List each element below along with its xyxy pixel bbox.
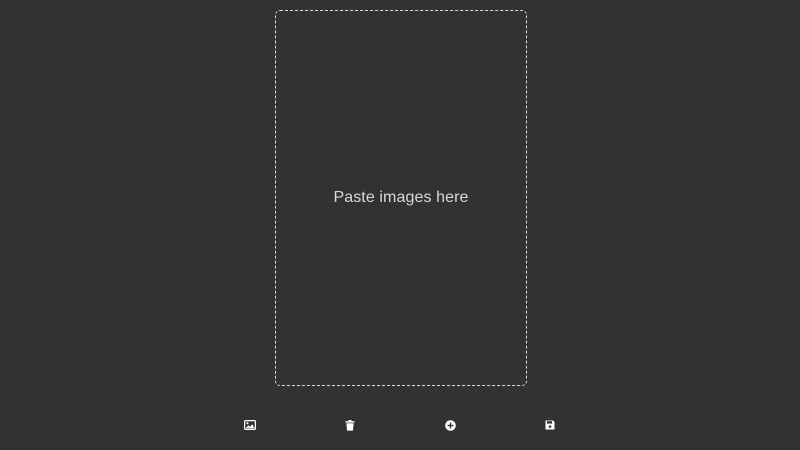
plus-circle-icon [444,419,456,431]
insert-image-button[interactable] [241,416,259,434]
save-button[interactable] [541,416,559,434]
add-button[interactable] [441,416,459,434]
paste-hint-text: Paste images here [333,189,469,206]
paste-drop-zone[interactable]: Paste images here [275,10,527,386]
floppy-disk-icon [545,420,555,430]
bottom-toolbar [0,416,800,434]
app-root: Paste images here [0,0,800,450]
trash-icon [345,419,355,431]
delete-button[interactable] [341,416,359,434]
image-icon [244,420,256,430]
